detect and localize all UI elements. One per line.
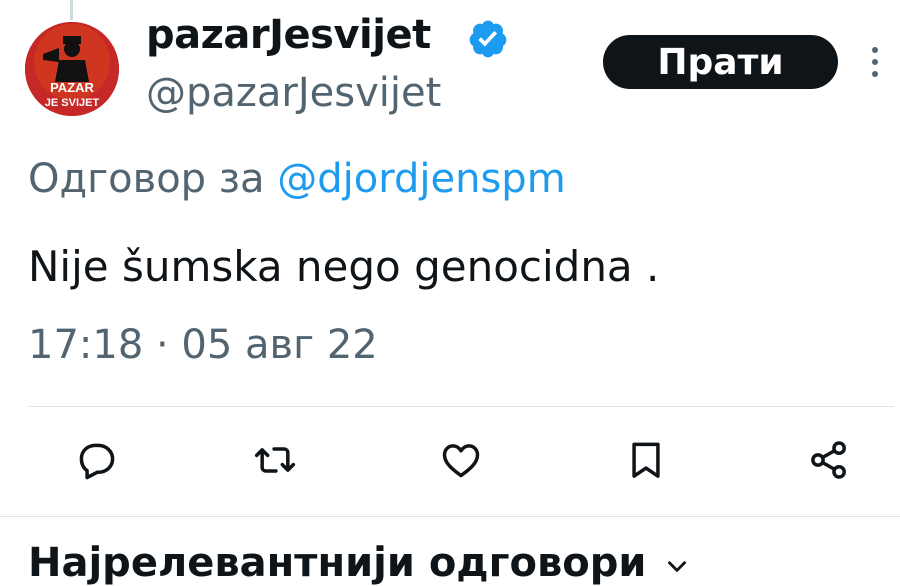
like-button[interactable] [438, 437, 484, 483]
chevron-down-icon [668, 561, 687, 572]
tweet-timestamp[interactable]: 17:18 · 05 авг 22 [28, 322, 378, 368]
reply-icon [79, 443, 115, 480]
avatar-text-1: PAZAR [50, 80, 94, 95]
divider [0, 516, 900, 517]
more-options-icon[interactable] [864, 42, 886, 82]
tweet-text: Nije šumska nego genocidna . [28, 242, 660, 291]
share-button[interactable] [806, 437, 852, 483]
divider [28, 406, 894, 407]
verified-badge-icon [469, 20, 507, 58]
author-handle[interactable]: @pazarJesvijet [146, 70, 441, 116]
replying-to: Одговор за @djordjenspm [28, 156, 566, 202]
replies-sort-label: Најрелевантнији одговори [28, 540, 647, 586]
replying-to-mention[interactable]: @djordjenspm [277, 156, 565, 202]
share-icon [811, 441, 846, 479]
author-display-name[interactable]: pazarJesvijet [146, 12, 431, 58]
heart-icon [442, 444, 480, 478]
avatar[interactable]: PAZAR JE SVIJET [25, 22, 119, 116]
replies-sort-dropdown[interactable]: Најрелевантнији одговори [28, 540, 690, 586]
retweet-button[interactable] [252, 437, 298, 483]
bookmark-icon [632, 442, 660, 478]
follow-button[interactable]: Прати [603, 35, 838, 89]
reply-button[interactable] [74, 437, 120, 483]
replying-to-label: Одговор за [28, 156, 278, 202]
retweet-icon [254, 447, 296, 473]
avatar-text-2: JE SVIJET [45, 97, 100, 109]
thread-connector-line [70, 0, 73, 20]
bookmark-button[interactable] [623, 437, 669, 483]
